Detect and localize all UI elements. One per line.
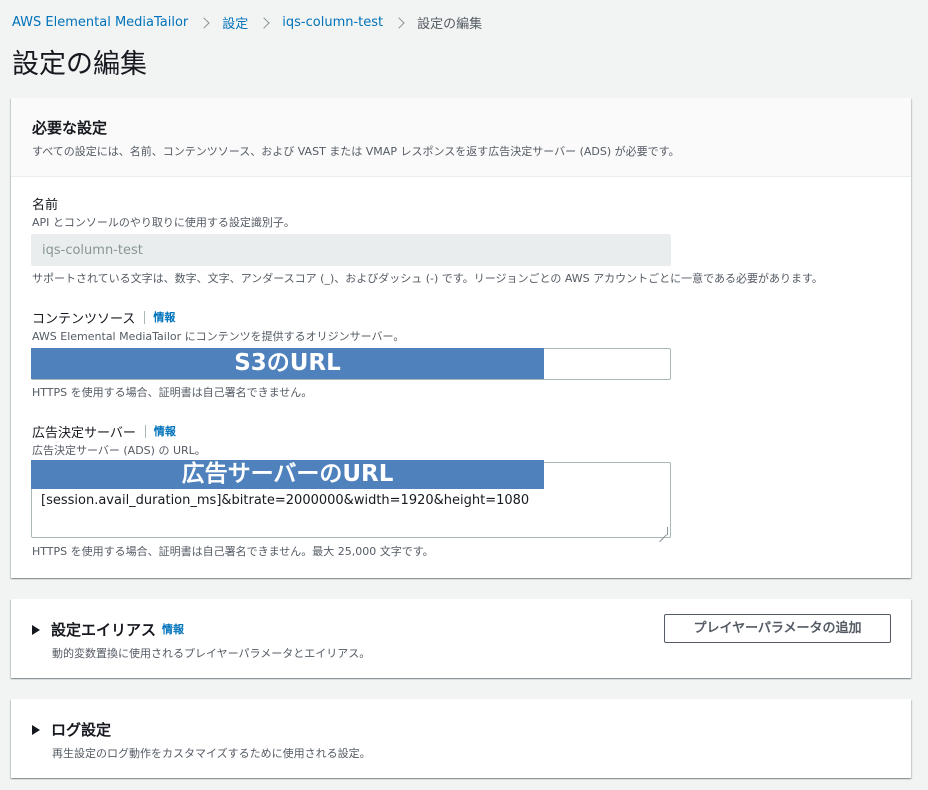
required-settings-panel: 必要な設定 すべての設定には、名前、コンテンツソース、および VAST または … (11, 98, 911, 578)
content-source-description: AWS Elemental MediaTailor にコンテンツを提供するオリジ… (32, 330, 405, 343)
resize-handle-icon[interactable] (660, 527, 668, 535)
breadcrumb: AWS Elemental MediaTailor 設定 iqs-column-… (12, 13, 482, 32)
configuration-aliases-panel: 設定エイリアス 情報 動的変数置換に使用されるプレイヤーパラメータとエイリアス。… (11, 599, 911, 678)
required-settings-header: 必要な設定 すべての設定には、名前、コンテンツソース、および VAST または … (11, 98, 911, 177)
name-description: API とコンソールのやり取りに使用する設定識別子。 (32, 216, 295, 229)
chevron-right-icon (198, 16, 210, 29)
configuration-aliases-info-link[interactable]: 情報 (162, 623, 184, 636)
log-configuration-description: 再生設定のログ動作をカスタマイズするために使用される設定。 (52, 747, 371, 760)
chevron-right-icon (258, 16, 270, 29)
caret-right-icon (32, 624, 40, 635)
ads-hint: HTTPS を使用する場合、証明書は自己署名できません。最大 25,000 文字… (32, 545, 434, 558)
content-source-redaction-label: S3のURL (31, 348, 544, 379)
name-hint: サポートされている文字は、数字、文字、アンダースコア (_)、およびダッシュ (… (32, 272, 823, 285)
required-settings-description: すべての設定には、名前、コンテンツソース、および VAST または VMAP レ… (32, 145, 680, 158)
log-configuration-panel: ログ設定 再生設定のログ動作をカスタマイズするために使用される設定。 (11, 699, 911, 778)
add-player-parameter-button[interactable]: プレイヤーパラメータの追加 (664, 614, 891, 643)
chevron-right-icon (393, 16, 405, 29)
ads-url-value: [session.avail_duration_ms]&bitrate=2000… (41, 493, 530, 508)
caret-right-icon (32, 724, 40, 735)
breadcrumb-configuration-name[interactable]: iqs-column-test (282, 15, 383, 30)
configuration-aliases-toggle[interactable]: 設定エイリアス 情報 (32, 619, 184, 640)
log-configuration-title: ログ設定 (51, 721, 112, 739)
name-label-text: 名前 (32, 198, 59, 213)
ads-info-link[interactable]: 情報 (144, 425, 176, 438)
ads-redaction-label: 広告サーバーのURL (31, 460, 544, 489)
configuration-aliases-description: 動的変数置換に使用されるプレイヤーパラメータとエイリアス。 (52, 647, 371, 660)
page-title: 設定の編集 (12, 49, 147, 80)
name-input: iqs-column-test (31, 234, 671, 266)
ads-description: 広告決定サーバー (ADS) の URL。 (32, 444, 206, 457)
configuration-aliases-title: 設定エイリアス (51, 621, 157, 639)
breadcrumb-current: 設定の編集 (417, 17, 483, 32)
log-configuration-toggle[interactable]: ログ設定 (32, 719, 111, 740)
content-source-label: コンテンツソース 情報 (32, 308, 175, 327)
breadcrumb-configurations[interactable]: 設定 (222, 13, 248, 32)
content-source-label-text: コンテンツソース (32, 312, 136, 327)
name-label: 名前 (32, 194, 58, 213)
content-source-info-link[interactable]: 情報 (144, 311, 175, 324)
content-source-hint: HTTPS を使用する場合、証明書は自己署名できません。 (32, 386, 313, 399)
breadcrumb-mediatailor[interactable]: AWS Elemental MediaTailor (12, 15, 188, 30)
ads-label-text: 広告決定サーバー (32, 426, 136, 441)
ads-label: 広告決定サーバー 情報 (32, 422, 176, 441)
required-settings-title: 必要な設定 (32, 119, 108, 137)
